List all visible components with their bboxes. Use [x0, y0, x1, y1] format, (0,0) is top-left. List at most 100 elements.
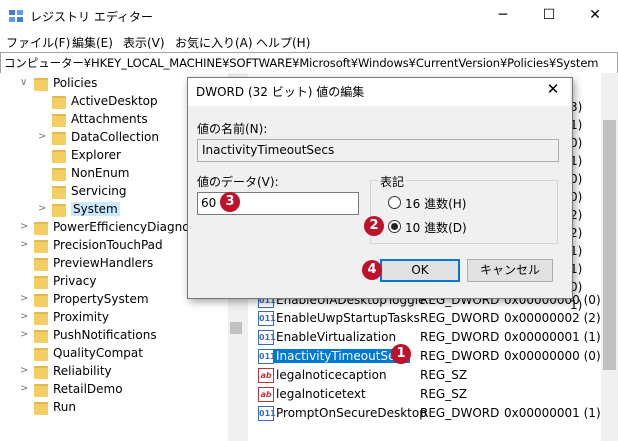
value-row[interactable]: ab legalnoticetext REG_SZ [248, 385, 601, 403]
chevron-right-icon[interactable]: > [20, 293, 28, 304]
tree-item-label: DataCollection [71, 130, 160, 144]
callout-badge-1: 1 [391, 344, 411, 364]
menu-view[interactable]: 表示(V) [123, 34, 165, 51]
folder-icon [34, 348, 48, 361]
callout-badge-2: 2 [364, 216, 384, 236]
tree-item-label: ActiveDesktop [71, 94, 158, 108]
value-row[interactable]: 011 EnableVirtualization REG_DWORD 0x000000… [248, 328, 601, 346]
folder-icon [34, 222, 48, 235]
tree-item[interactable]: > RetailDemo [0, 381, 244, 399]
tree-item-label: Attachments [71, 112, 148, 126]
values-scrollbar-thumb[interactable] [603, 120, 616, 370]
chevron-right-icon[interactable]: > [20, 365, 28, 376]
tree-item-label: Policies [53, 76, 98, 90]
tree-item-label: Explorer [71, 148, 121, 162]
dec-radio[interactable] [388, 220, 401, 233]
value-type: REG_SZ [420, 387, 468, 401]
value-name: InactivityTimeoutSecs [274, 349, 411, 363]
string-value-icon: ab [258, 368, 274, 383]
tree-item-label: PowerEfficiencyDiagnost [53, 220, 201, 234]
folder-icon [34, 240, 48, 253]
callout-badge-3: 3 [220, 192, 240, 212]
base-label: 表記 [378, 173, 407, 190]
menu-file[interactable]: ファイル(F) [6, 34, 70, 51]
value-name-text: InactivityTimeoutSecs [202, 143, 335, 157]
tree-item-label: Reliability [53, 364, 112, 378]
tree-item-label: NonEnum [71, 166, 130, 180]
cancel-button[interactable]: キャンセル [467, 259, 553, 282]
chevron-right-icon[interactable]: > [20, 221, 28, 232]
folder-icon [52, 204, 66, 217]
tree-item[interactable]: QualityCompat [0, 345, 244, 363]
value-type: REG_SZ [420, 368, 468, 382]
tree-scrollbar-thumb[interactable] [230, 322, 242, 334]
tree-item-label: QualityCompat [53, 346, 143, 360]
tree-item[interactable]: > Reliability [0, 363, 244, 381]
folder-icon [34, 78, 48, 91]
tree-item-label: RetailDemo [53, 382, 123, 396]
folder-icon [52, 114, 66, 127]
dword-value-icon: 011 [258, 349, 276, 364]
string-value-icon: ab [258, 387, 274, 402]
folder-icon [52, 96, 66, 109]
tree-item[interactable]: > PushNotifications [0, 327, 244, 345]
folder-icon [34, 402, 48, 415]
dword-value-icon: 011 [258, 330, 276, 345]
value-name: EnableVirtualization [276, 330, 397, 344]
dword-value-icon: 011 [258, 311, 276, 326]
value-data-text: 60 [201, 196, 217, 210]
folder-icon [34, 384, 48, 397]
chevron-down-icon[interactable]: ∨ [20, 77, 27, 88]
tree-item-label: Servicing [71, 184, 127, 198]
minimize-button[interactable]: ─ [480, 0, 526, 32]
folder-icon [52, 132, 66, 145]
tree-item-label: PushNotifications [53, 328, 157, 342]
value-data: 0x00000000 (0) [504, 349, 601, 363]
menu-favorites[interactable]: お気に入り(A) [175, 34, 253, 51]
value-data: 0x00000001 (1) [504, 406, 601, 420]
chevron-right-icon[interactable]: > [38, 203, 46, 214]
tree-item-label: Run [53, 400, 77, 414]
value-data: 0x00000001 (1) [504, 330, 601, 344]
maximize-button[interactable]: ☐ [526, 0, 572, 32]
close-button[interactable]: ✕ [572, 0, 618, 32]
hex-radio-label[interactable]: 16 進数(H) [405, 195, 466, 212]
folder-icon [34, 366, 48, 379]
dialog-title: DWORD (32 ビット) 値の編集 [196, 85, 365, 99]
tree-item-label: Privacy [53, 274, 97, 288]
ok-button[interactable]: OK [380, 259, 460, 282]
value-data-label: 値のデータ(V): [197, 175, 279, 189]
folder-icon [34, 258, 48, 271]
chevron-right-icon[interactable]: > [20, 239, 28, 250]
tree-item-label: PropertySystem [53, 292, 149, 306]
tree-item-label: PrecisionTouchPad [53, 238, 163, 252]
hex-radio[interactable] [388, 196, 401, 209]
value-row[interactable]: 011 EnableUwpStartupTasks REG_DWORD 0x00000… [248, 309, 601, 327]
folder-icon [52, 186, 66, 199]
value-row[interactable]: 011 InactivityTimeoutSecs REG_DWORD 0x00000… [248, 347, 601, 365]
regedit-app-icon [9, 10, 23, 22]
value-row[interactable]: ab legalnoticecaption REG_SZ [248, 366, 601, 384]
tree-item[interactable]: Run [0, 399, 244, 417]
tree-item-label: Proximity [53, 310, 109, 324]
value-type: REG_DWORD [420, 349, 500, 363]
value-name-label: 値の名前(N): [197, 122, 268, 136]
folder-icon [34, 294, 48, 307]
dialog-close-icon[interactable]: ✕ [541, 80, 565, 98]
menu-edit[interactable]: 編集(E) [72, 34, 113, 51]
chevron-right-icon[interactable]: > [38, 131, 46, 142]
folder-icon [52, 168, 66, 181]
tree-item-label: PreviewHandlers [53, 256, 154, 270]
tree-item[interactable]: > Proximity [0, 309, 244, 327]
value-row[interactable]: 011 PromptOnSecureDesktop REG_DWORD 0x00000… [248, 404, 601, 422]
chevron-right-icon[interactable]: > [20, 311, 28, 322]
chevron-right-icon[interactable]: > [20, 383, 28, 394]
value-name: legalnoticetext [276, 387, 366, 401]
menu-help[interactable]: ヘルプ(H) [256, 34, 310, 51]
folder-icon [34, 276, 48, 289]
dec-radio-label[interactable]: 10 進数(D) [405, 219, 467, 236]
value-name: PromptOnSecureDesktop [276, 406, 427, 420]
chevron-right-icon[interactable]: > [20, 329, 28, 340]
value-type: REG_DWORD [420, 311, 500, 325]
window-title: レジストリ エディター [30, 10, 153, 24]
